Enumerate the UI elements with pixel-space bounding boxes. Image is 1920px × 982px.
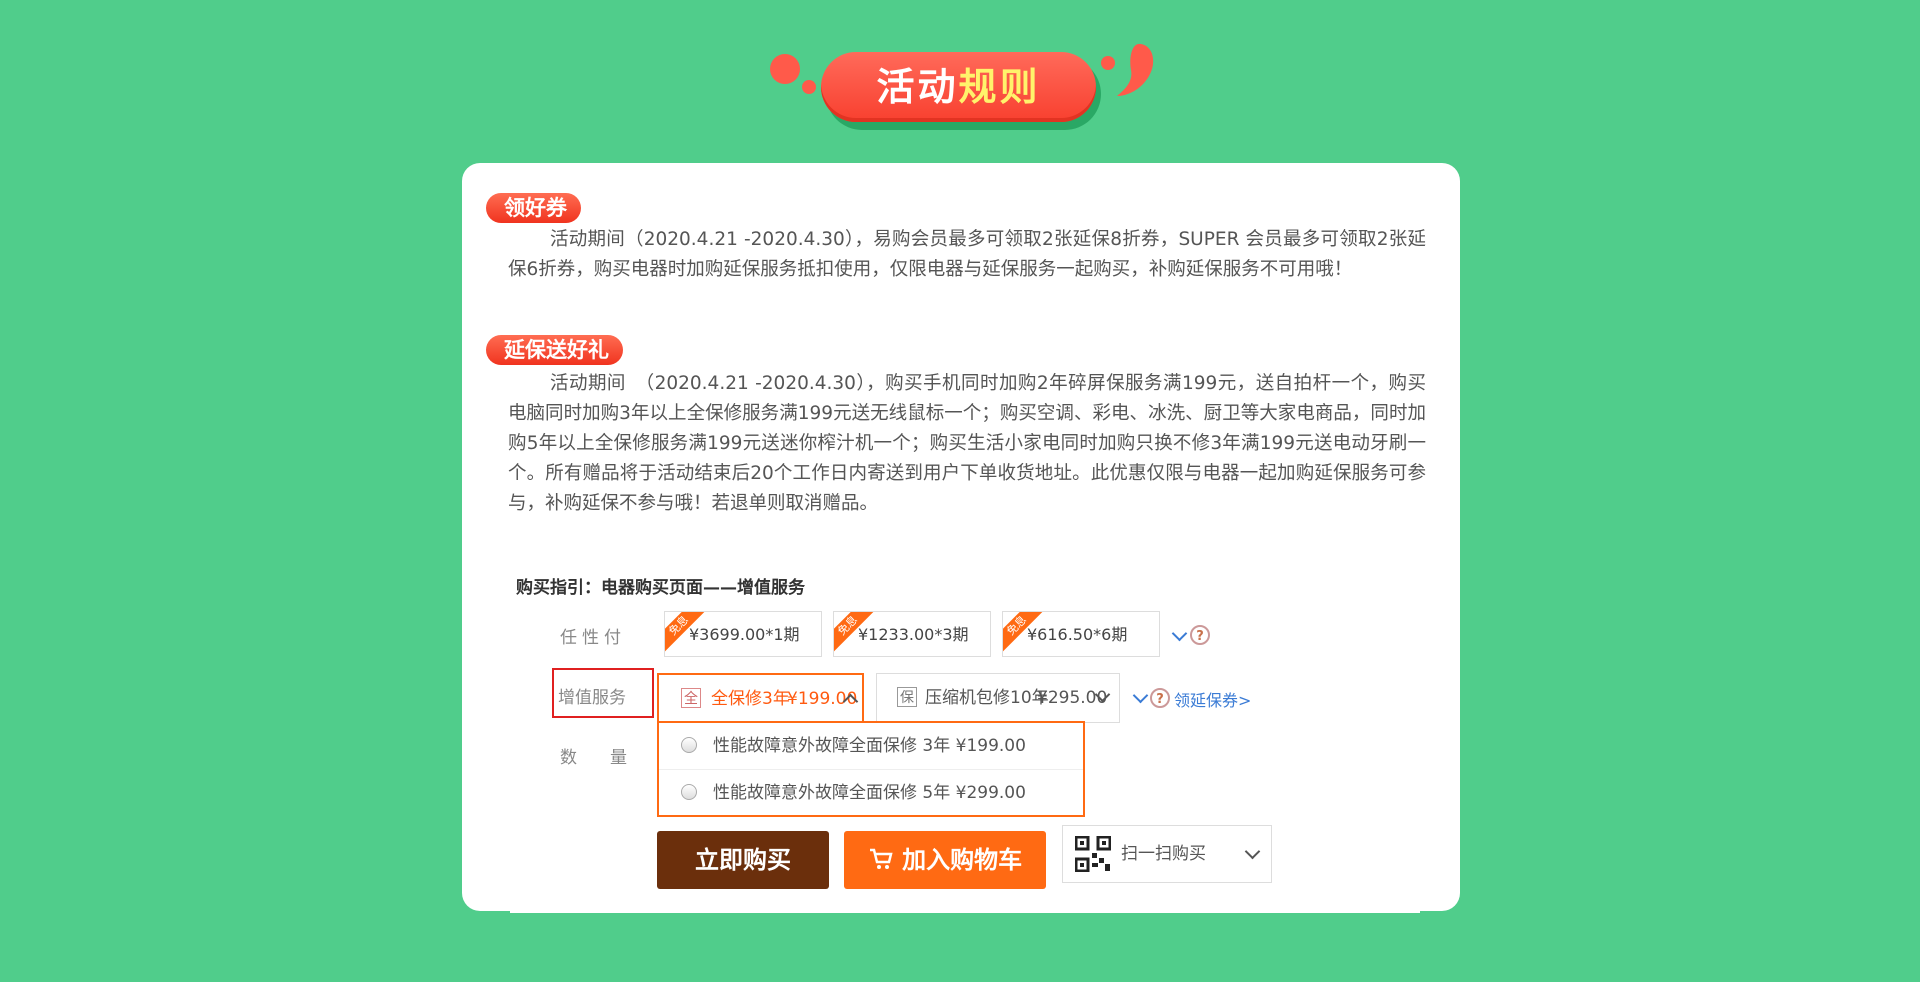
help-icon[interactable]: ? (1190, 625, 1210, 645)
installment-option-2[interactable]: 免息 ¥1233.00*3期 (833, 611, 991, 657)
service-label: 压缩机包修10年 (925, 688, 1049, 708)
option-price: ¥299.00 (955, 783, 1026, 803)
chevron-down-icon[interactable] (1132, 687, 1149, 704)
service-label: 全保修3年 (711, 689, 790, 709)
decor-bubble-large (770, 54, 800, 84)
section-text-gift: 活动期间 （2020.4.21 -2020.4.30），购买手机同时加购2年碎屏… (508, 373, 1426, 514)
option-label: 性能故障意外故障全面保修 (713, 783, 917, 803)
rules-card: 领好券 活动期间（2020.4.21 -2020.4.30），易购会员最多可领取… (462, 163, 1460, 913)
value-service-highlight (552, 668, 654, 718)
decor-drop-icon (1117, 43, 1154, 96)
purchase-guide-panel: 购买指引：电器购买页面——增值服务 任性付 免息 ¥3699.00*1期 免息 … (510, 573, 1420, 913)
installment-price: ¥1233.00*3期 (858, 625, 969, 644)
add-to-cart-button[interactable]: 加入购物车 (844, 831, 1046, 889)
chevron-down-icon (1244, 843, 1261, 860)
radio-icon[interactable] (681, 737, 697, 753)
option-price: ¥199.00 (955, 736, 1026, 756)
qr-code-icon (1075, 836, 1111, 872)
full-warranty-icon: 全 (681, 688, 701, 708)
option-text: 性能故障意外故障全面保修 5年 ¥299.00 (713, 770, 1026, 816)
section-tag-coupon: 领好券 (486, 193, 581, 223)
buy-now-button[interactable]: 立即购买 (657, 831, 829, 889)
radio-icon[interactable] (681, 784, 697, 800)
scan-to-buy-label: 扫一扫购买 (1121, 844, 1206, 864)
scan-to-buy-button[interactable]: 扫一扫购买 (1062, 825, 1272, 883)
installment-price: ¥3699.00*1期 (689, 625, 800, 644)
add-to-cart-label: 加入购物车 (902, 846, 1023, 874)
section-tag-gift: 延保送好礼 (486, 335, 623, 365)
warranty-option-3yr[interactable]: 性能故障意外故障全面保修 3年 ¥199.00 (659, 723, 1083, 770)
option-label: 性能故障意外故障全面保修 (713, 736, 917, 756)
banner-title-part2: 规则 (958, 65, 1041, 109)
installment-option-3[interactable]: 免息 ¥616.50*6期 (1002, 611, 1160, 657)
activity-rules-banner: 活动规则 (765, 40, 1165, 140)
warranty-option-5yr[interactable]: 性能故障意外故障全面保修 5年 ¥299.00 (659, 770, 1083, 816)
option-term: 3年 (922, 736, 951, 756)
banner-title-part1: 活动 (876, 65, 959, 109)
section-text-coupon: 活动期间（2020.4.21 -2020.4.30），易购会员最多可领取2张延保… (508, 229, 1426, 280)
service-select-full-warranty[interactable]: 全 全保修3年 ¥199.00 (657, 673, 864, 723)
installment-label: 任性付 (560, 628, 626, 648)
cart-icon (869, 848, 893, 869)
coupon-link[interactable]: 领延保券> (1174, 687, 1251, 711)
installment-option-1[interactable]: 免息 ¥3699.00*1期 (664, 611, 822, 657)
warranty-icon: 保 (897, 687, 917, 707)
service-price: ¥295.00 (1037, 688, 1108, 708)
installment-price: ¥616.50*6期 (1027, 625, 1128, 644)
option-term: 5年 (922, 783, 951, 803)
option-text: 性能故障意外故障全面保修 3年 ¥199.00 (713, 723, 1026, 769)
banner-title: 活动规则 (821, 52, 1096, 122)
service-select-compressor[interactable]: 保 压缩机包修10年 ¥295.00 (876, 673, 1120, 723)
help-icon[interactable]: ? (1150, 688, 1170, 708)
decor-bubble-small (802, 80, 816, 94)
warranty-options-dropdown: 性能故障意外故障全面保修 3年 ¥199.00 性能故障意外故障全面保修 5年 … (657, 721, 1085, 817)
chevron-down-icon[interactable] (1171, 625, 1188, 642)
guide-title-heading: 购买指引：电器购买页面——增值服务 (516, 578, 805, 598)
quantity-label: 数 量 (560, 748, 635, 768)
